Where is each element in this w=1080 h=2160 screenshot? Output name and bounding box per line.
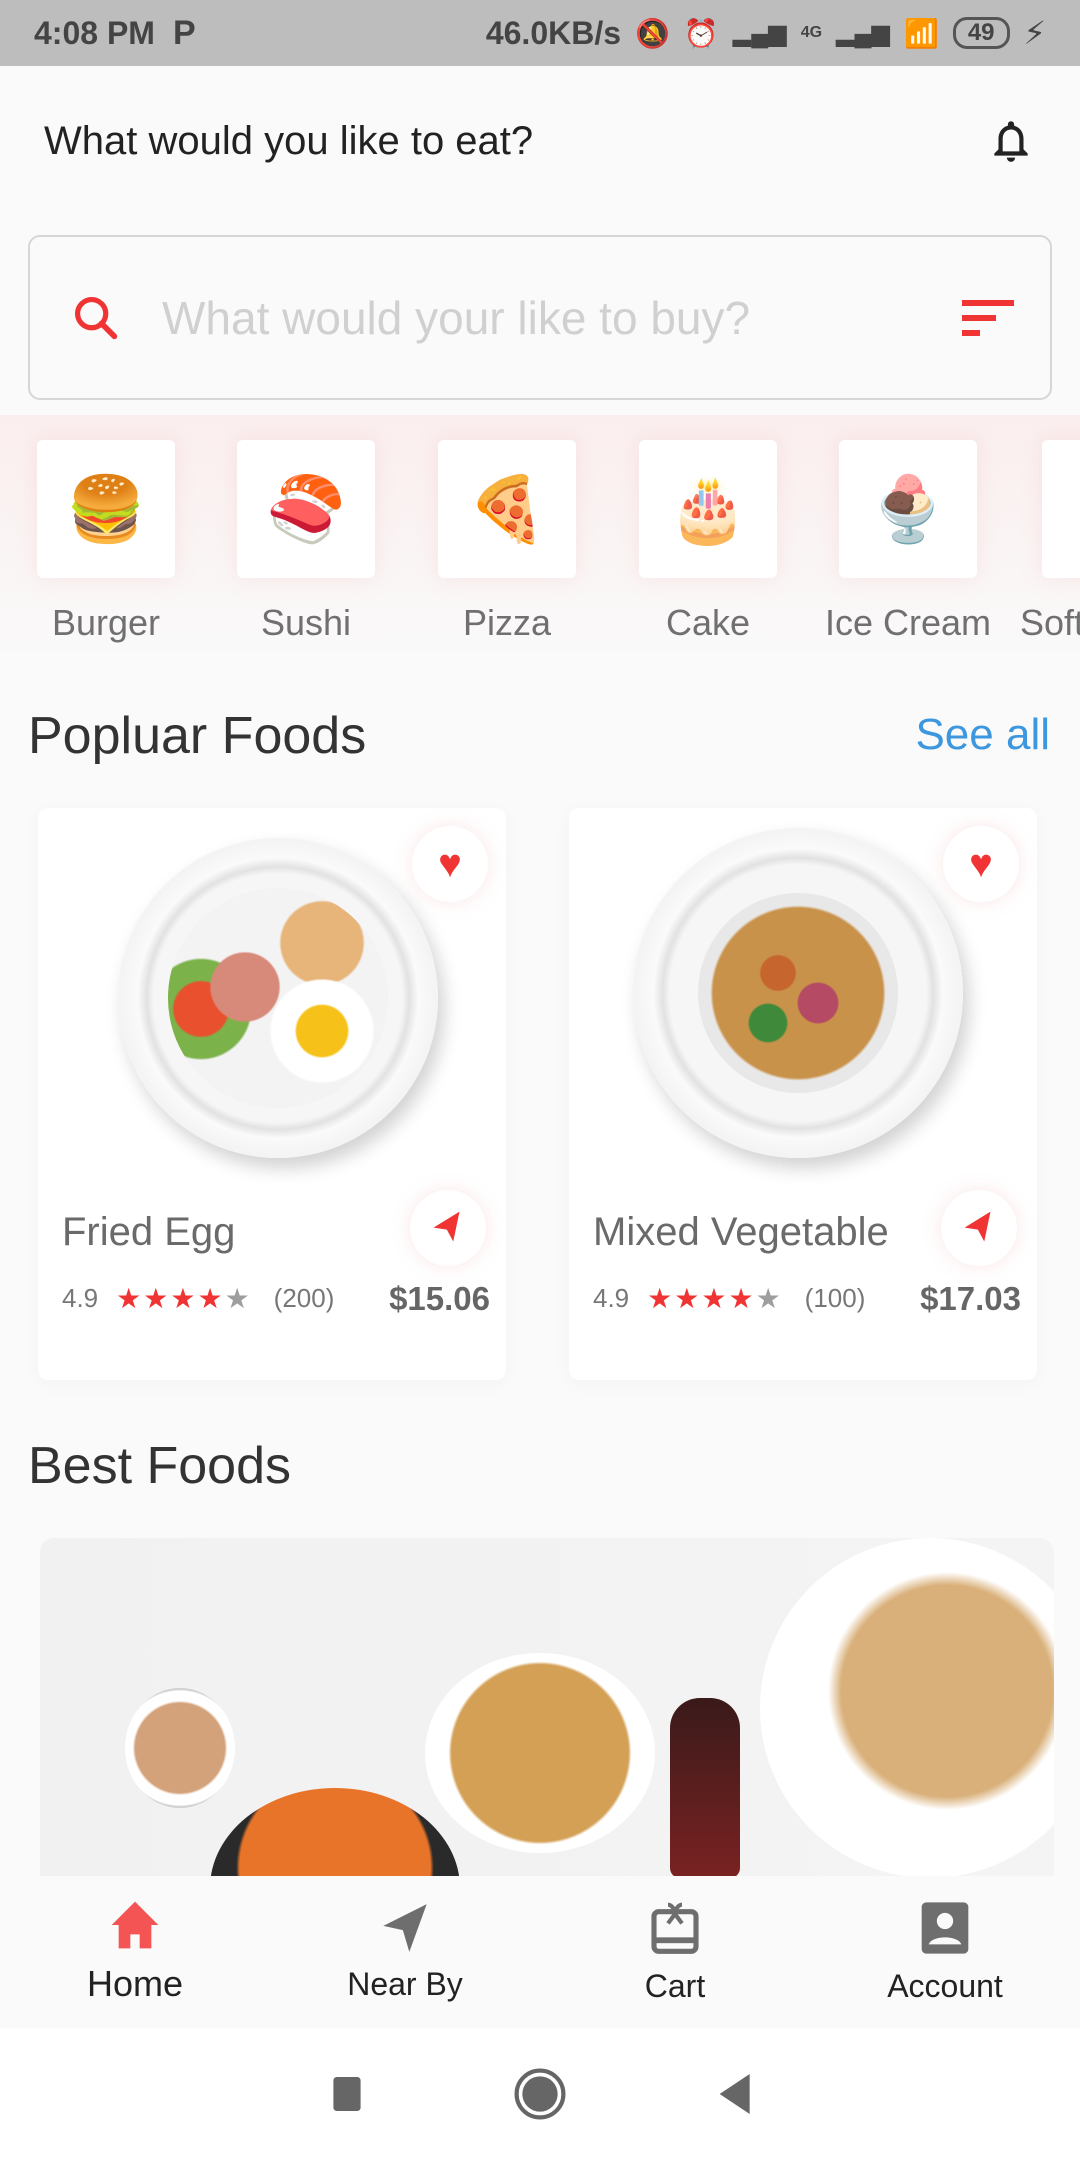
charging-icon: ⚡ bbox=[1023, 15, 1046, 51]
biryani-bowl-image bbox=[425, 1653, 655, 1853]
curry-pot-image bbox=[210, 1788, 460, 1878]
food-card-fried-egg[interactable]: ♥ Fried Egg 4.9 ★★★★★ (200) $15.06 bbox=[38, 808, 506, 1380]
food-image bbox=[633, 828, 963, 1158]
best-foods-heading: Best Foods bbox=[28, 1437, 292, 1495]
tab-near-by[interactable]: Near By bbox=[270, 1876, 540, 2028]
best-foods-banner[interactable] bbox=[40, 1538, 1054, 1878]
network-speed: 46.0KB/s bbox=[485, 14, 622, 51]
bottom-navigation: Home Near By Cart Account bbox=[0, 1876, 1080, 2028]
navigation-arrow-icon bbox=[964, 1211, 991, 1242]
category-label: Sushi bbox=[260, 602, 352, 643]
ice-cream-icon: 🍨 bbox=[839, 440, 977, 578]
see-all-link[interactable]: See all bbox=[915, 710, 1050, 760]
tab-label: Account bbox=[887, 1967, 1003, 2004]
tab-account[interactable]: Account bbox=[810, 1876, 1080, 2028]
status-bar: 4:08 PM P 46.0KB/s 🔕 ⏰ ▂▄▆ 4G ▂▄▆ 📶 49 ⚡ bbox=[0, 0, 1080, 66]
rating-row: 4.9 ★★★★★ (100) bbox=[593, 1282, 865, 1315]
soda-bottle-image bbox=[670, 1698, 740, 1878]
signal-4g-icon: ▂▄▆ bbox=[836, 19, 890, 47]
wifi-icon: 📶 bbox=[903, 17, 939, 49]
star-rating: ★★★★★ bbox=[647, 1283, 783, 1314]
filter-icon[interactable] bbox=[962, 298, 1014, 338]
category-label: Cake bbox=[665, 602, 751, 643]
signal-icon: ▂▄▆ bbox=[732, 19, 787, 47]
recents-button-icon[interactable] bbox=[330, 2077, 364, 2111]
tab-label: Near By bbox=[347, 1965, 463, 2002]
mute-icon: 🔕 bbox=[635, 17, 670, 49]
back-button-icon[interactable] bbox=[716, 2074, 750, 2114]
status-time: 4:08 PM bbox=[34, 14, 155, 51]
account-box-icon bbox=[921, 1901, 969, 1954]
directions-button[interactable] bbox=[941, 1190, 1017, 1266]
directions-button[interactable] bbox=[410, 1190, 486, 1266]
search-icon[interactable] bbox=[70, 292, 122, 344]
tab-label: Cart bbox=[644, 1967, 706, 2004]
home-button-icon[interactable] bbox=[514, 2068, 566, 2120]
category-sushi[interactable]: 🍣 Sushi bbox=[206, 415, 406, 644]
category-label: Ice Cream bbox=[824, 602, 992, 643]
navigation-icon bbox=[383, 1903, 427, 1952]
category-burger[interactable]: 🍔 Burger bbox=[6, 415, 206, 644]
tab-home[interactable]: Home bbox=[0, 1876, 270, 2028]
rating-value: 4.9 bbox=[62, 1283, 99, 1313]
food-name: Mixed Vegetable bbox=[593, 1210, 889, 1254]
wrap-plate-image bbox=[760, 1538, 1054, 1878]
review-count: (200) bbox=[273, 1283, 335, 1313]
category-soft-drinks[interactable]: 🥤 Soft Drinks bbox=[1010, 415, 1080, 644]
alarm-icon: ⏰ bbox=[683, 17, 719, 49]
sushi-icon: 🍣 bbox=[237, 440, 375, 578]
cake-icon: 🎂 bbox=[639, 440, 777, 578]
tea-cup-image bbox=[125, 1688, 235, 1808]
pizza-icon: 🍕 bbox=[438, 440, 576, 578]
favorite-button[interactable]: ♥ bbox=[412, 826, 488, 902]
heart-icon: ♥ bbox=[969, 841, 993, 886]
system-navigation-bar bbox=[0, 2028, 1080, 2160]
network-type: 4G bbox=[800, 24, 823, 41]
category-label: Burger bbox=[51, 602, 161, 643]
category-list: 🍔 Burger 🍣 Sushi 🍕 Pizza 🎂 Cake 🍨 Ice Cr… bbox=[0, 415, 1080, 665]
notification-bell-icon[interactable] bbox=[986, 113, 1036, 169]
review-count: (100) bbox=[804, 1283, 866, 1313]
category-label: Soft Drinks bbox=[1020, 602, 1080, 643]
rating-row: 4.9 ★★★★★ (200) bbox=[62, 1282, 334, 1315]
category-pizza[interactable]: 🍕 Pizza bbox=[407, 415, 607, 644]
food-name: Fried Egg bbox=[62, 1210, 236, 1254]
soft-drink-icon: 🥤 bbox=[1042, 440, 1080, 578]
page-title: What would you like to eat? bbox=[44, 118, 534, 163]
battery-level: 49 bbox=[952, 17, 1010, 49]
food-price: $15.06 bbox=[389, 1280, 490, 1317]
category-label: Pizza bbox=[462, 602, 552, 643]
app-header: What would you like to eat? bbox=[0, 66, 1080, 216]
home-icon bbox=[111, 1901, 159, 1949]
category-cake[interactable]: 🎂 Cake bbox=[608, 415, 808, 644]
food-price: $17.03 bbox=[920, 1280, 1021, 1317]
tab-label: Home bbox=[86, 1963, 184, 2004]
navigation-arrow-icon bbox=[433, 1211, 460, 1242]
tab-cart[interactable]: Cart bbox=[540, 1876, 810, 2028]
burger-icon: 🍔 bbox=[37, 440, 175, 578]
popular-foods-heading: Popluar Foods bbox=[28, 707, 367, 765]
heart-icon: ♥ bbox=[438, 841, 462, 886]
gift-card-icon bbox=[651, 1902, 699, 1954]
search-bar bbox=[28, 235, 1052, 400]
rating-value: 4.9 bbox=[593, 1283, 630, 1313]
search-input[interactable] bbox=[162, 290, 962, 345]
carrier-icon: P bbox=[172, 13, 196, 52]
food-card-mixed-vegetable[interactable]: ♥ Mixed Vegetable 4.9 ★★★★★ (100) $17.03 bbox=[569, 808, 1037, 1380]
food-image bbox=[118, 838, 438, 1158]
star-rating: ★★★★★ bbox=[116, 1283, 252, 1314]
favorite-button[interactable]: ♥ bbox=[943, 826, 1019, 902]
category-ice-cream[interactable]: 🍨 Ice Cream bbox=[808, 415, 1008, 644]
